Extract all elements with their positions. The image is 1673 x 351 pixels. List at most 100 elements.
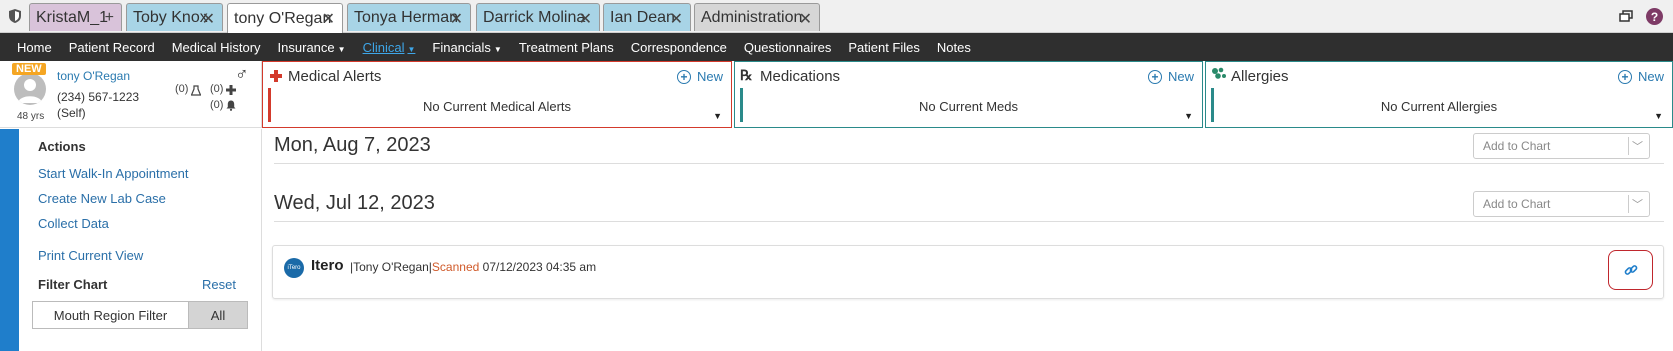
allergies-panel: Allergies + New No Current Allergies ▼ — [1205, 61, 1673, 128]
lab-count: (0) — [175, 83, 189, 95]
add-to-chart-select[interactable]: Add to Chart ﹀ — [1473, 133, 1650, 159]
tab-darrick-molina[interactable]: Darrick Molina ✕ — [476, 3, 600, 31]
print-current-view-link[interactable]: Print Current View — [38, 248, 143, 263]
tab-label: Administration — [701, 8, 803, 26]
tab-toby-knox[interactable]: Toby Knox ✕ — [126, 3, 223, 31]
tab-administration[interactable]: Administration ✕ — [694, 3, 820, 31]
expand-caret-icon[interactable]: ▼ — [1654, 111, 1663, 121]
medications-title: Medications — [760, 68, 841, 85]
patient-name-link[interactable]: tony O'Regan — [57, 69, 130, 83]
tab-tony-oregan[interactable]: tony O'Regan ✕ — [227, 3, 343, 33]
caret-down-icon: ▼ — [407, 44, 416, 54]
chevron-down-icon: ﹀ — [1632, 199, 1643, 211]
tab-label: Tonya Herman — [354, 8, 459, 26]
select-divider — [1628, 195, 1629, 213]
add-to-chart-select[interactable]: Add to Chart ﹀ — [1473, 191, 1650, 217]
nav-clinical-label: Clinical — [362, 39, 405, 55]
nav-treatment-plans[interactable]: Treatment Plans — [519, 40, 614, 55]
scan-datetime: 07/12/2023 04:35 am — [482, 260, 597, 274]
allergies-empty-text: No Current Allergies — [1380, 99, 1498, 114]
all-filter-button[interactable]: All — [188, 302, 247, 328]
flask-icon — [191, 85, 201, 96]
nav-correspondence[interactable]: Correspondence — [631, 40, 727, 55]
actions-sidebar: Actions Start Walk-In Appointment Create… — [19, 129, 262, 351]
reset-filter-link[interactable]: Reset — [202, 277, 236, 292]
tab-label: Toby Knox — [133, 8, 208, 26]
patient-phone: (234) 567-1223 — [57, 90, 140, 104]
new-label: New — [696, 69, 723, 84]
rx-icon: ℞ — [740, 68, 753, 84]
add-circle-icon: + — [1147, 69, 1162, 84]
close-icon[interactable]: ✕ — [799, 9, 812, 29]
new-label: New — [1167, 69, 1194, 84]
close-icon[interactable]: ✕ — [579, 9, 592, 29]
add-to-chart-placeholder: Add to Chart — [1483, 139, 1551, 153]
add-circle-icon: + — [1617, 69, 1632, 84]
mouth-region-toggle: Mouth Region Filter All — [32, 301, 248, 329]
nav-financials-label: Financials — [432, 39, 491, 55]
close-icon[interactable]: ✕ — [202, 9, 215, 29]
divider — [274, 221, 1664, 222]
nav-patient-record[interactable]: Patient Record — [69, 40, 155, 55]
medical-alerts-panel: Medical Alerts + New No Current Medical A… — [262, 61, 732, 128]
close-icon[interactable]: ✕ — [670, 9, 683, 29]
nav-financials[interactable]: Financials ▼ — [432, 40, 501, 55]
tab-label: Ian Dean — [610, 8, 675, 26]
add-to-chart-placeholder: Add to Chart — [1483, 197, 1551, 211]
expand-caret-icon[interactable]: ▼ — [713, 111, 722, 121]
chevron-down-icon: ﹀ — [1632, 141, 1643, 153]
tab-label: Darrick Molina — [483, 8, 586, 26]
new-allergy-button[interactable]: + New — [1617, 69, 1664, 84]
date-heading: Wed, Jul 12, 2023 — [274, 192, 435, 214]
help-icon[interactable]: ? — [1646, 8, 1663, 25]
nav-notes[interactable]: Notes — [937, 40, 971, 55]
nav-insurance[interactable]: Insurance ▼ — [278, 40, 346, 55]
add-circle-icon: + — [676, 69, 691, 84]
caret-down-icon: ▼ — [493, 44, 502, 54]
nav-medical-history[interactable]: Medical History — [172, 40, 261, 55]
nav-home[interactable]: Home — [17, 40, 52, 55]
new-label: New — [1637, 69, 1664, 84]
itero-scan-card[interactable]: iTero Itero |Tony O'Regan|Scanned 07/12/… — [272, 245, 1664, 299]
shield-icon — [9, 9, 21, 23]
medical-alerts-title: Medical Alerts — [288, 68, 382, 85]
medications-empty-text: No Current Meds — [919, 99, 1018, 114]
main-nav: Home Patient Record Medical History Insu… — [0, 33, 1673, 61]
itero-logo: iTero — [284, 258, 304, 278]
mouth-region-filter-button[interactable]: Mouth Region Filter — [33, 302, 188, 328]
clinical-chart: Mon, Aug 7, 2023 Add to Chart ﹀ Wed, Jul… — [263, 129, 1673, 351]
close-icon[interactable]: ✕ — [322, 9, 335, 29]
medical-cross-icon — [226, 85, 236, 95]
add-tab-icon[interactable]: + — [105, 9, 114, 27]
expand-caret-icon[interactable]: ▼ — [1184, 111, 1193, 121]
nav-questionnaires[interactable]: Questionnaires — [744, 40, 831, 55]
nav-patient-files[interactable]: Patient Files — [848, 40, 920, 55]
male-gender-icon: ♂ — [235, 64, 249, 84]
caret-down-icon: ▼ — [337, 44, 346, 54]
medication-count: (0) — [210, 83, 224, 95]
tab-tonya-herman[interactable]: Tonya Herman ✕ — [347, 3, 471, 31]
restore-window-icon[interactable] — [1619, 10, 1633, 22]
itero-details: |Tony O'Regan|Scanned 07/12/2023 04:35 a… — [350, 260, 596, 274]
nav-clinical[interactable]: Clinical ▼ — [363, 40, 416, 55]
collect-data-link[interactable]: Collect Data — [38, 216, 109, 231]
allergy-icon — [1212, 67, 1226, 79]
close-icon[interactable]: ✕ — [450, 9, 463, 29]
sidebar-collapse-strip[interactable] — [0, 129, 19, 351]
nav-insurance-label: Insurance — [277, 39, 335, 55]
medical-alerts-empty-text: No Current Medical Alerts — [422, 99, 572, 114]
tab-label: tony O'Regan — [234, 9, 332, 27]
select-divider — [1628, 137, 1629, 155]
new-medication-button[interactable]: + New — [1147, 69, 1194, 84]
create-lab-case-link[interactable]: Create New Lab Case — [38, 191, 166, 206]
tab-ian-dean[interactable]: Ian Dean ✕ — [603, 3, 691, 31]
actions-heading: Actions — [38, 139, 86, 154]
avatar[interactable] — [14, 73, 46, 105]
tab-kristam[interactable]: KristaM_1 + — [29, 3, 122, 31]
patient-tab-bar: KristaM_1 + Toby Knox ✕ tony O'Regan ✕ T… — [0, 0, 1673, 33]
start-walk-in-link[interactable]: Start Walk-In Appointment — [38, 166, 189, 181]
new-medical-alert-button[interactable]: + New — [676, 69, 723, 84]
bell-icon — [226, 100, 236, 111]
patient-summary: NEW 48 yrs tony O'Regan (234) 567-1223 (… — [0, 61, 262, 128]
link-button[interactable] — [1608, 250, 1653, 290]
